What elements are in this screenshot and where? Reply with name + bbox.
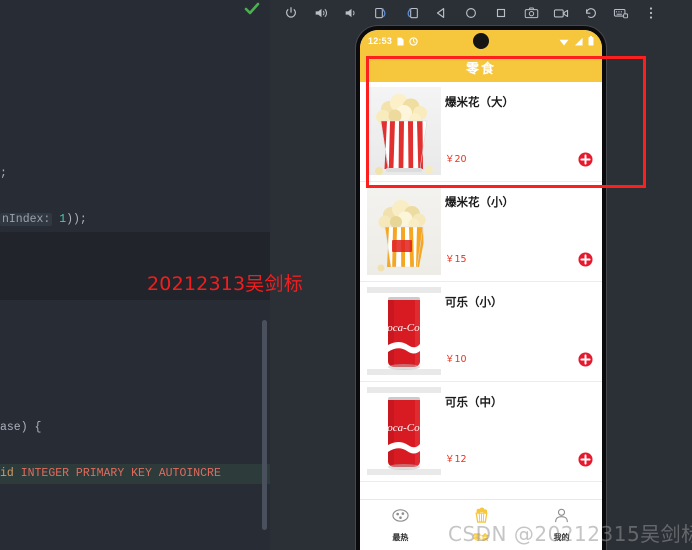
status-time: 12:53 — [368, 36, 393, 46]
record-icon[interactable] — [546, 1, 576, 25]
rotate-history-icon[interactable] — [576, 1, 606, 25]
app-title-bar: 零食 — [360, 52, 602, 82]
list-item[interactable]: 爆米花（大） ￥20 — [360, 82, 602, 182]
emulator-panel: 12:53 零食 爆米花（大） ￥20 爆米花（小） ￥15 Coca-Cola… — [270, 0, 692, 550]
code-line: id INTEGER PRIMARY KEY AUTOINCRE — [0, 464, 270, 484]
code-line: ; — [0, 167, 7, 180]
add-icon[interactable] — [578, 352, 593, 367]
person-icon — [553, 507, 570, 529]
rotate-right-icon[interactable] — [396, 1, 426, 25]
more-icon[interactable] — [636, 1, 666, 25]
green-check-icon — [243, 1, 261, 17]
overview-icon[interactable] — [486, 1, 516, 25]
svg-text:Coca-Cola: Coca-Cola — [380, 422, 429, 434]
list-item[interactable]: 爆米花（小） ￥15 — [360, 182, 602, 282]
cola-small-icon: Coca-Cola — [367, 287, 441, 375]
emulator-toolbar — [270, 0, 692, 26]
product-price: ￥10 — [445, 354, 467, 365]
emulator-device-frame: 12:53 零食 爆米花（大） ￥20 爆米花（小） ￥15 Coca-Cola… — [356, 26, 606, 550]
nav-label: 我的 — [553, 533, 570, 542]
bottom-navigation-bar: 最热 零食 我的 — [360, 499, 602, 550]
list-item[interactable]: Coca-Cola 可乐（小） ￥10 — [360, 282, 602, 382]
keyboard-icon[interactable] — [606, 1, 636, 25]
sync-icon — [409, 36, 418, 46]
svg-text:Coca-Cola: Coca-Cola — [380, 322, 429, 334]
popcorn-large-icon — [367, 87, 441, 175]
product-price: ￥15 — [445, 254, 467, 265]
nav-label: 零食 — [473, 533, 489, 542]
editor-scrollbar[interactable] — [262, 320, 267, 530]
product-price: ￥20 — [445, 154, 467, 165]
status-right-icons — [554, 36, 594, 46]
add-icon[interactable] — [578, 252, 593, 267]
list-item[interactable]: Coca-Cola 可乐（中） ￥12 — [360, 382, 602, 482]
volume-down-icon[interactable] — [336, 1, 366, 25]
battery-icon — [588, 36, 594, 46]
add-icon[interactable] — [578, 452, 593, 467]
code-line: ase) { — [0, 421, 42, 434]
nav-item-hot[interactable]: 最热 — [360, 507, 441, 543]
device-screen: 12:53 零食 爆米花（大） ￥20 爆米花（小） ￥15 Coca-Cola… — [360, 30, 602, 550]
film-reel-icon — [392, 507, 409, 529]
home-icon[interactable] — [456, 1, 486, 25]
product-name: 可乐（小） — [445, 295, 503, 309]
popcorn-icon — [473, 507, 490, 529]
power-icon[interactable] — [276, 1, 306, 25]
code-editor-top[interactable]: ; nIndex: 1)); nIndex: 2)); — [0, 0, 270, 272]
nav-item-snacks[interactable]: 零食 — [441, 507, 522, 543]
camera-punch-hole — [473, 33, 489, 49]
nav-label: 最热 — [392, 533, 409, 542]
add-icon[interactable] — [578, 152, 593, 167]
volume-up-icon[interactable] — [306, 1, 336, 25]
wifi-icon — [559, 37, 569, 46]
nav-item-profile[interactable]: 我的 — [521, 507, 602, 543]
screenshot-icon[interactable] — [516, 1, 546, 25]
popcorn-small-icon — [367, 187, 441, 275]
cola-medium-icon: Coca-Cola — [367, 387, 441, 475]
android-status-bar: 12:53 — [360, 30, 602, 52]
sim-icon — [397, 37, 404, 46]
code-editor-bottom[interactable]: ase) { id INTEGER PRIMARY KEY AUTOINCRE … — [0, 300, 270, 550]
rotate-left-icon[interactable] — [366, 1, 396, 25]
code-line: nIndex: 1)); — [0, 213, 87, 226]
annotation-student-id: 20212313吴剑标 — [147, 273, 303, 295]
product-price: ￥12 — [445, 454, 467, 465]
product-name: 可乐（中） — [445, 395, 503, 409]
product-list[interactable]: 爆米花（大） ￥20 爆米花（小） ￥15 Coca-Cola 可乐（小） ￥1… — [360, 82, 602, 499]
product-name: 爆米花（大） — [445, 95, 514, 109]
signal-icon — [574, 37, 583, 46]
back-icon[interactable] — [426, 1, 456, 25]
product-name: 爆米花（小） — [445, 195, 514, 209]
